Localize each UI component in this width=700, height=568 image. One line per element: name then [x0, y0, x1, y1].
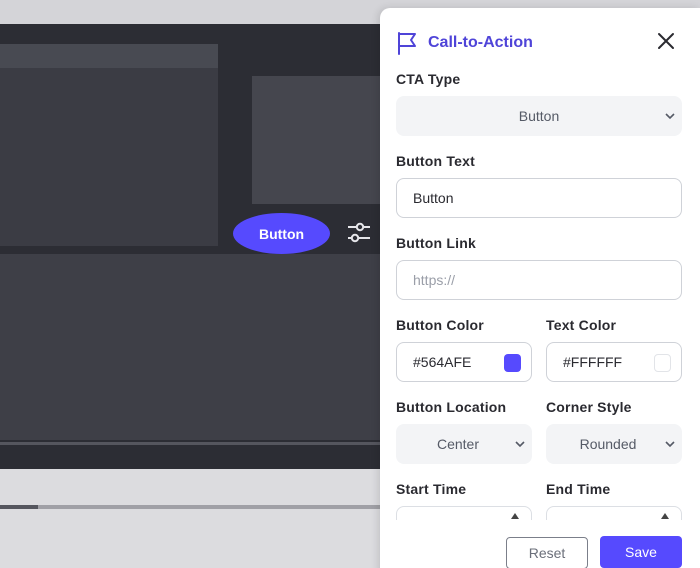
- button-color-swatch[interactable]: [504, 354, 521, 372]
- corner-style-select[interactable]: Rounded: [546, 424, 682, 464]
- stepper-up-icon[interactable]: [511, 513, 519, 519]
- corner-style-value: Rounded: [579, 436, 637, 452]
- text-color-input[interactable]: #FFFFFF: [546, 342, 682, 382]
- frame-divider: [0, 442, 380, 445]
- cta-type-label: CTA Type: [396, 71, 461, 87]
- button-color-input[interactable]: #564AFE: [396, 342, 532, 382]
- button-link-placeholder: https://: [413, 272, 456, 288]
- panel-header: Call-to-Action: [396, 30, 684, 56]
- preview-block: [0, 44, 218, 68]
- cta-panel: Call-to-Action CTA Type Button Button Te…: [380, 8, 700, 568]
- chevron-down-icon: [515, 441, 525, 448]
- preview-block: [0, 68, 218, 246]
- start-time-label: Start Time: [396, 481, 467, 497]
- timeline-area: [0, 469, 380, 568]
- panel-footer: Reset Save: [380, 520, 700, 568]
- progress-bar[interactable]: [0, 505, 380, 509]
- reset-button[interactable]: Reset: [506, 537, 588, 568]
- preview-cta-button[interactable]: Button: [233, 213, 330, 254]
- chevron-down-icon: [665, 113, 675, 120]
- save-button[interactable]: Save: [600, 536, 682, 568]
- sliders-icon[interactable]: [346, 220, 372, 246]
- end-time-label: End Time: [546, 481, 611, 497]
- text-color-label: Text Color: [546, 317, 617, 333]
- preview-block: [0, 254, 380, 440]
- button-text-label: Button Text: [396, 153, 475, 169]
- button-location-value: Center: [436, 436, 480, 452]
- panel-title: Call-to-Action: [428, 34, 533, 51]
- corner-style-label: Corner Style: [546, 399, 632, 415]
- button-link-label: Button Link: [396, 235, 476, 251]
- preview-block: [252, 76, 380, 204]
- button-location-select[interactable]: Center: [396, 424, 532, 464]
- cta-type-value: Button: [518, 108, 560, 124]
- text-color-swatch[interactable]: [654, 354, 671, 372]
- button-text-input[interactable]: Button: [396, 178, 682, 218]
- stepper-up-icon[interactable]: [661, 513, 669, 519]
- button-color-label: Button Color: [396, 317, 484, 333]
- button-link-input[interactable]: https://: [396, 260, 682, 300]
- cta-type-select[interactable]: Button: [396, 96, 682, 136]
- chevron-down-icon: [665, 441, 675, 448]
- button-color-value: #564AFE: [413, 354, 472, 370]
- video-preview: Button: [0, 24, 380, 469]
- progress-fill: [0, 505, 38, 509]
- close-icon[interactable]: [656, 31, 676, 51]
- text-color-value: #FFFFFF: [563, 354, 623, 370]
- button-location-label: Button Location: [396, 399, 507, 415]
- flag-icon: [398, 32, 416, 55]
- button-text-value: Button: [413, 190, 454, 206]
